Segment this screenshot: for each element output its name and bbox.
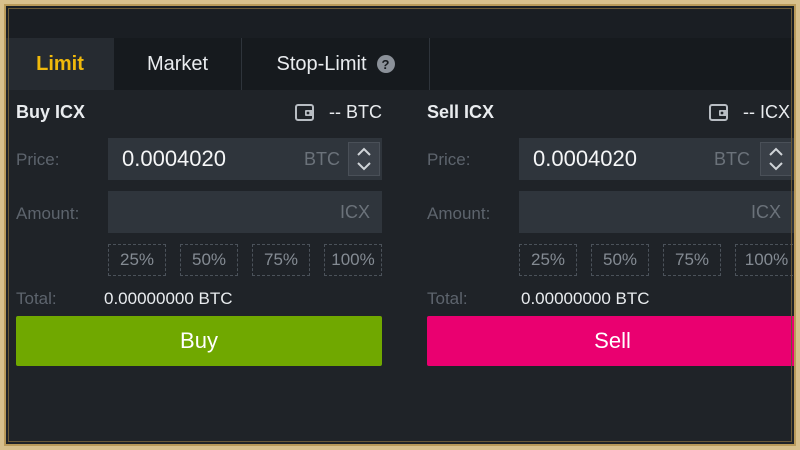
buy-title: Buy ICX: [16, 102, 86, 122]
buy-pct-100[interactable]: 100%: [324, 244, 382, 276]
trade-form-window: Limit Market Stop-Limit ? Buy ICX -- BTC…: [4, 4, 796, 446]
sell-title: Sell ICX: [427, 102, 495, 122]
sell-price-unit: BTC: [714, 148, 750, 169]
buy-total-label: Total:: [16, 289, 57, 308]
top-strip: [6, 6, 794, 38]
sell-amount-unit: ICX: [751, 201, 782, 222]
buy-price-unit: BTC: [304, 148, 340, 169]
sell-total-label: Total:: [427, 289, 468, 308]
sell-button[interactable]: Sell: [427, 316, 794, 366]
tab-market[interactable]: Market: [114, 38, 242, 90]
buy-pct-50[interactable]: 50%: [180, 244, 238, 276]
buy-price-value: 0.0004020: [122, 146, 226, 171]
chevron-up-down-icon: [769, 147, 783, 171]
buy-price-stepper[interactable]: [348, 142, 380, 176]
sell-price-label: Price:: [427, 150, 471, 169]
sell-price-stepper[interactable]: [760, 142, 792, 176]
wallet-icon: [709, 103, 728, 121]
order-type-tabs: Limit Market Stop-Limit ?: [6, 38, 794, 90]
sell-amount-label: Amount:: [427, 204, 491, 223]
question-circle-icon[interactable]: ?: [376, 55, 395, 73]
tabs-filler: [430, 38, 794, 90]
sell-panel: Sell ICX -- ICX Price: 0.0004020 BTC Amo…: [427, 90, 794, 444]
buy-total-value: 0.00000000 BTC: [104, 289, 233, 308]
sell-pct-100[interactable]: 100%: [735, 244, 794, 276]
sell-pct-50[interactable]: 50%: [591, 244, 649, 276]
tab-limit[interactable]: Limit: [6, 38, 114, 90]
buy-price-field[interactable]: 0.0004020 BTC: [108, 138, 382, 180]
sell-pct-75[interactable]: 75%: [663, 244, 721, 276]
tab-limit-label: Limit: [36, 52, 84, 75]
wallet-icon: [295, 103, 314, 121]
tab-market-label: Market: [146, 52, 209, 75]
chevron-up-down-icon: [357, 147, 371, 171]
buy-pct-25[interactable]: 25%: [108, 244, 166, 276]
sell-price-field[interactable]: 0.0004020 BTC: [519, 138, 794, 180]
buy-wallet-value: -- BTC: [329, 102, 382, 122]
sell-pct-25[interactable]: 25%: [519, 244, 577, 276]
buy-wallet-balance: -- BTC: [295, 102, 382, 123]
sell-wallet-balance: -- ICX: [709, 102, 790, 123]
buy-panel: Buy ICX -- BTC Price: 0.0004020 BTC Amou…: [16, 90, 382, 444]
buy-pct-75[interactable]: 75%: [252, 244, 310, 276]
buy-button[interactable]: Buy: [16, 316, 382, 366]
buy-amount-unit: ICX: [339, 201, 370, 222]
sell-wallet-value: -- ICX: [743, 102, 790, 122]
sell-price-value: 0.0004020: [533, 146, 637, 171]
sell-amount-field[interactable]: ICX: [519, 191, 794, 233]
sell-total-value: 0.00000000 BTC: [521, 289, 650, 308]
buy-price-label: Price:: [16, 150, 60, 169]
buy-amount-field[interactable]: ICX: [108, 191, 382, 233]
buy-amount-label: Amount:: [16, 204, 80, 223]
tab-stop-limit[interactable]: Stop-Limit ?: [242, 38, 430, 90]
tab-stop-limit-label: Stop-Limit: [276, 52, 367, 75]
